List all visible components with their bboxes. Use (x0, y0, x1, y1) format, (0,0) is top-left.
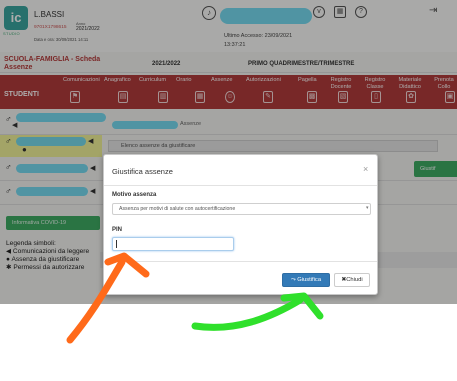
orange-arrow (66, 258, 126, 344)
green-arrow (191, 296, 304, 331)
annotation-layer (66, 252, 324, 344)
app-page: ic STUDIO L.BASSI Anno 9701X1798615 2021… (0, 0, 457, 381)
